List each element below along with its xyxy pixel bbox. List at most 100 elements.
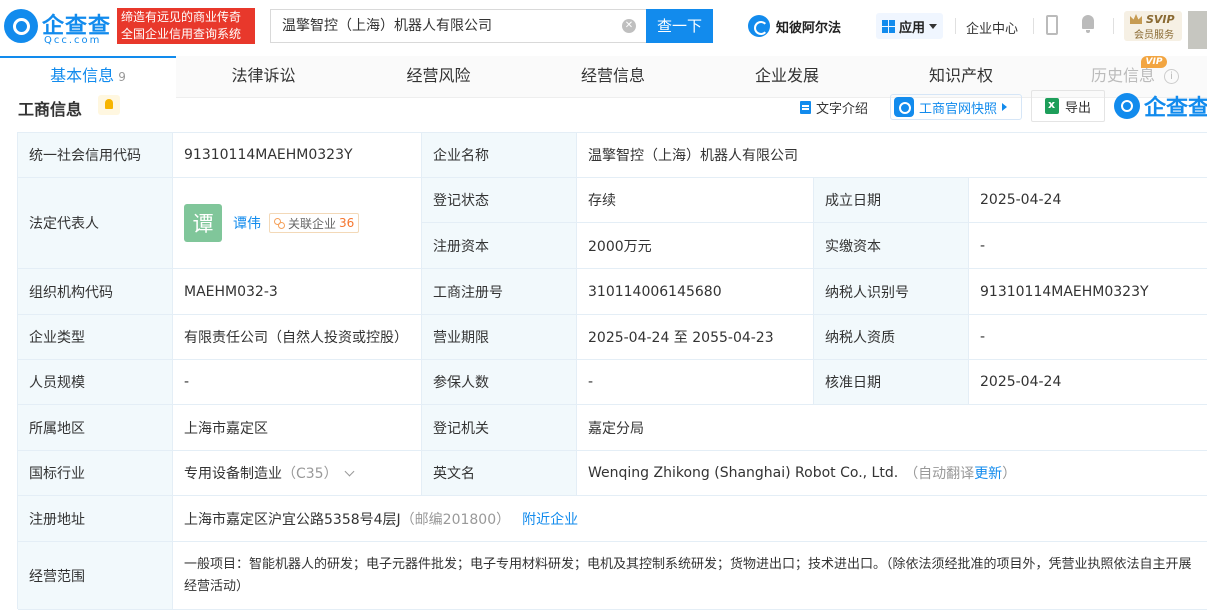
region-label: 所属地区 bbox=[18, 405, 173, 451]
alpha-label: 知彼阿尔法 bbox=[776, 20, 842, 36]
reg-no-value: 310114006145680 bbox=[577, 269, 814, 315]
tab-development[interactable]: 企业发展 bbox=[700, 56, 874, 98]
clear-search-icon[interactable]: ✕ bbox=[622, 19, 636, 33]
address-label: 注册地址 bbox=[18, 496, 173, 542]
taxpayer-id-value: 91310114MAEHM0323Y bbox=[969, 269, 1207, 315]
caret-down-icon bbox=[929, 23, 938, 29]
logo-url: Qcc.com bbox=[44, 35, 102, 46]
monitor-bell-icon[interactable] bbox=[98, 95, 120, 115]
qcc-watermark-icon bbox=[1114, 93, 1140, 119]
reg-no-label: 工商注册号 bbox=[422, 269, 577, 315]
divider bbox=[1113, 18, 1114, 34]
term-value: 2025-04-24 至 2055-04-23 bbox=[577, 315, 814, 360]
tab-operating-info[interactable]: 经营信息 bbox=[526, 56, 700, 98]
type-label: 企业类型 bbox=[18, 315, 173, 360]
document-icon bbox=[800, 101, 811, 114]
status-value: 存续 bbox=[577, 178, 814, 223]
industry-code: （C35） bbox=[282, 466, 338, 482]
main-tabs: 基本信息 9 法律诉讼 经营风险 经营信息 企业发展 知识产权 历史信息 bbox=[0, 56, 1207, 98]
approval-date-label: 核准日期 bbox=[814, 360, 969, 405]
tab-operating-risk[interactable]: 经营风险 bbox=[351, 56, 526, 98]
phone-icon[interactable] bbox=[1046, 15, 1058, 35]
divider bbox=[1033, 18, 1034, 34]
text-intro-button[interactable]: 文字介绍 bbox=[800, 98, 868, 117]
authority-value: 嘉定分局 bbox=[577, 405, 1207, 451]
apps-menu[interactable]: 应用 bbox=[876, 13, 944, 39]
business-info-table: 统一社会信用代码 91310114MAEHM0323Y 企业名称 温擎智控（上海… bbox=[17, 132, 1207, 610]
alpha-link[interactable]: 知彼阿尔法 bbox=[748, 14, 841, 38]
svip-sub-label: 会员服务 bbox=[1134, 30, 1174, 41]
legal-rep-link[interactable]: 谭伟 bbox=[233, 213, 261, 233]
org-code-value: MAEHM032-3 bbox=[173, 269, 422, 315]
related-label: 关联企业 bbox=[288, 216, 337, 231]
reg-capital-value: 2000万元 bbox=[577, 223, 814, 269]
english-name-label: 英文名 bbox=[422, 451, 577, 496]
legal-rep-cell: 谭 谭伟 关联企业 36 bbox=[173, 178, 422, 269]
org-code-label: 组织机构代码 bbox=[18, 269, 173, 315]
staff-label: 人员规模 bbox=[18, 360, 173, 405]
english-name-cell: Wenqing Zhikong (Shanghai) Robot Co., Lt… bbox=[577, 451, 1207, 496]
slogan-line-2: 全国企业信用查询系统 bbox=[121, 27, 242, 41]
company-name-value: 温擎智控（上海）机器人有限公司 bbox=[577, 133, 1207, 178]
watermark-text: 企查查 bbox=[1144, 96, 1207, 121]
arrow-right-icon bbox=[1002, 103, 1008, 111]
slogan-line-1: 缔造有远见的商业传奇 bbox=[121, 10, 242, 24]
taxpayer-qual-label: 纳税人资质 bbox=[814, 315, 969, 360]
address-cell: 上海市嘉定区沪宜公路5358号4层J （邮编201800） 附近企业 bbox=[173, 496, 1207, 542]
term-label: 营业期限 bbox=[422, 315, 577, 360]
excel-icon bbox=[1044, 98, 1059, 114]
info-icon[interactable]: i bbox=[1164, 69, 1179, 84]
bell-icon[interactable] bbox=[1080, 15, 1096, 33]
search-input[interactable]: 温擎智控（上海）机器人有限公司 bbox=[270, 9, 646, 43]
top-header: 企查查 Qcc.com 缔造有远见的商业传奇 全国企业信用查询系统 温擎智控（上… bbox=[0, 0, 1207, 52]
related-companies-tag[interactable]: 关联企业 36 bbox=[269, 213, 360, 233]
slogan-banner: 缔造有远见的商业传奇 全国企业信用查询系统 bbox=[117, 8, 255, 44]
section-title: 工商信息 bbox=[18, 100, 83, 119]
address-value: 上海市嘉定区沪宜公路5358号4层J bbox=[184, 511, 401, 528]
chevron-down-icon[interactable] bbox=[344, 466, 355, 476]
qcc-logo-icon bbox=[4, 9, 38, 43]
postcode: （邮编201800） bbox=[400, 511, 511, 528]
nearby-companies-link[interactable]: 附近企业 bbox=[522, 509, 578, 529]
update-link[interactable]: 更新 bbox=[974, 463, 1002, 483]
legal-rep-avatar[interactable]: 谭 bbox=[184, 204, 222, 242]
search-button[interactable]: 查一下 bbox=[646, 9, 713, 43]
close-paren: ） bbox=[1002, 466, 1017, 482]
credit-code-label: 统一社会信用代码 bbox=[18, 133, 173, 178]
scope-label: 经营范围 bbox=[18, 542, 173, 610]
enterprise-center-link[interactable]: 企业中心 bbox=[966, 18, 1018, 37]
grid-icon bbox=[882, 19, 895, 33]
svip-button[interactable]: SVIP 会员服务 bbox=[1124, 11, 1182, 41]
paid-capital-value: - bbox=[969, 223, 1207, 269]
authority-label: 登记机关 bbox=[422, 405, 577, 451]
apps-label: 应用 bbox=[899, 20, 926, 36]
divider bbox=[955, 18, 956, 34]
industry-label: 国标行业 bbox=[18, 451, 173, 496]
qcc-logo[interactable]: 企查查 Qcc.com bbox=[4, 6, 114, 46]
status-label: 登记状态 bbox=[422, 178, 577, 223]
tab-ip[interactable]: 知识产权 bbox=[874, 56, 1048, 98]
industry-value[interactable]: 专用设备制造业 （C35） bbox=[173, 451, 422, 496]
taxpayer-id-label: 纳税人识别号 bbox=[814, 269, 969, 315]
svip-label: SVIP bbox=[1146, 13, 1175, 26]
snapshot-button[interactable]: 工商官网快照 bbox=[890, 94, 1022, 120]
tab-legal[interactable]: 法律诉讼 bbox=[176, 56, 351, 98]
scope-value: 一般项目：智能机器人的研发；电子元器件批发；电子专用材料研发；电机及其控制系统研… bbox=[173, 542, 1207, 610]
found-date-value: 2025-04-24 bbox=[969, 178, 1207, 223]
text-intro-label: 文字介绍 bbox=[816, 102, 869, 117]
vip-tag: VIP bbox=[1141, 56, 1167, 68]
user-avatar[interactable] bbox=[1188, 11, 1207, 49]
company-name-label: 企业名称 bbox=[422, 133, 577, 178]
tab-label: 基本信息 bbox=[50, 66, 115, 85]
type-value: 有限责任公司（自然人投资或控股） bbox=[173, 315, 422, 360]
export-button[interactable]: 导出 bbox=[1031, 90, 1105, 122]
watermark-logo: 企查查 bbox=[1114, 92, 1207, 121]
region-value: 上海市嘉定区 bbox=[173, 405, 422, 451]
tab-count: 9 bbox=[118, 70, 126, 84]
reg-capital-label: 注册资本 bbox=[422, 223, 577, 269]
insured-label: 参保人数 bbox=[422, 360, 577, 405]
related-count: 36 bbox=[339, 216, 355, 230]
credit-code-value: 91310114MAEHM0323Y bbox=[173, 133, 422, 178]
tab-basic-info[interactable]: 基本信息 9 bbox=[0, 56, 176, 98]
snapshot-label: 工商官网快照 bbox=[919, 101, 998, 117]
